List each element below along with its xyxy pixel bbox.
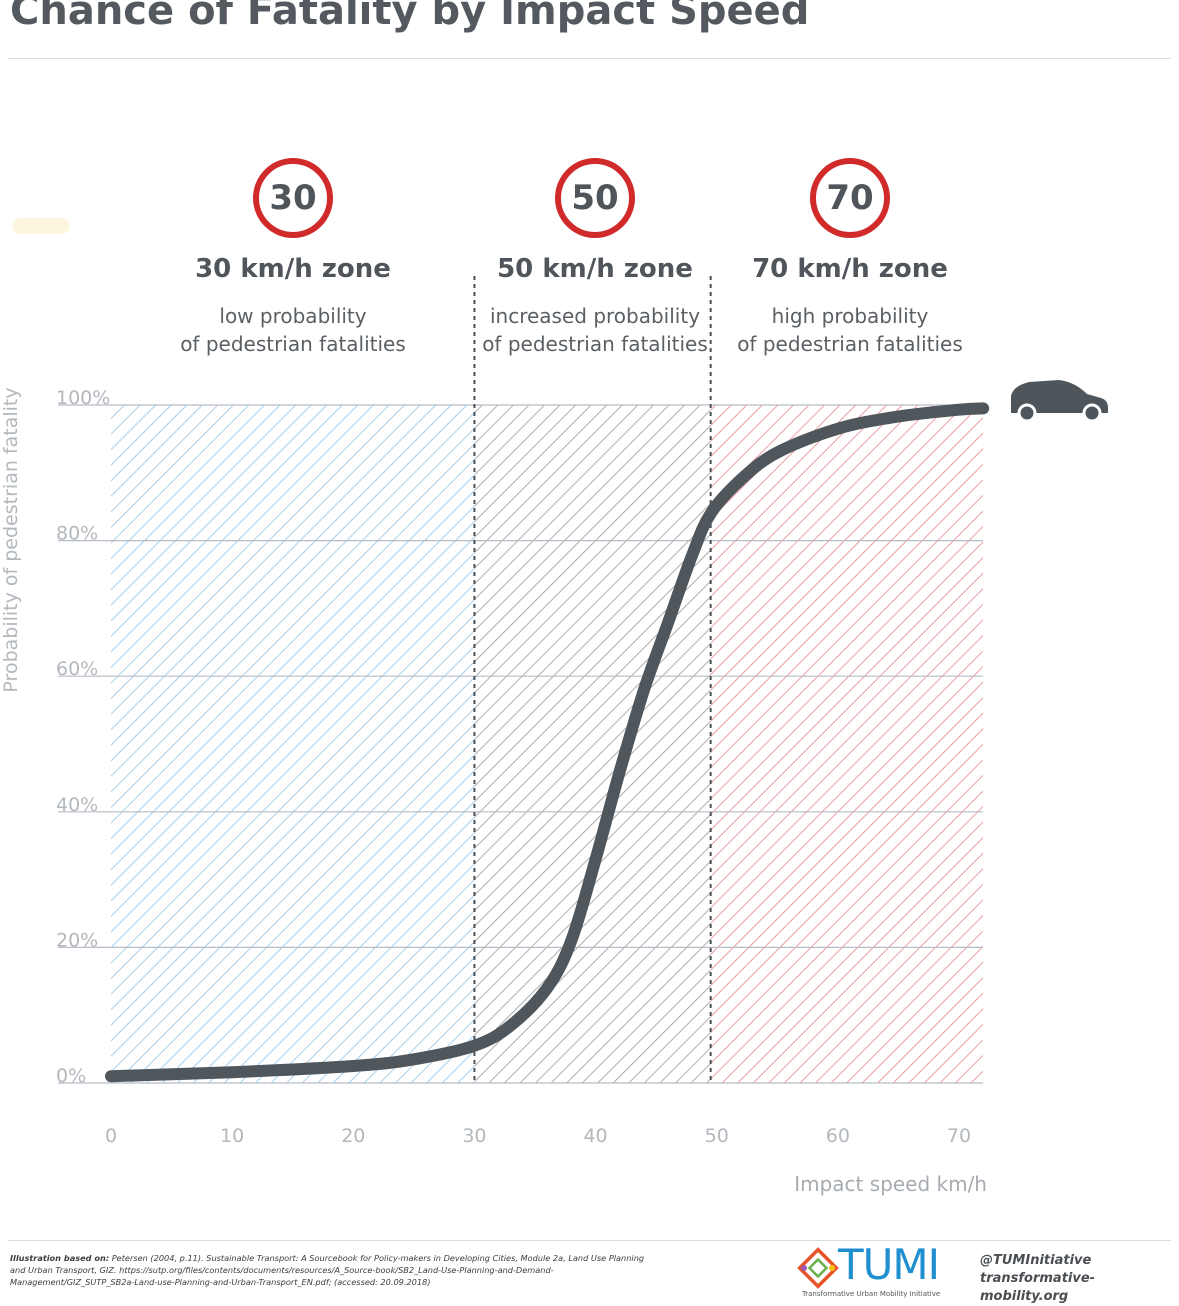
twitter-handle[interactable]: @TUMInitiative	[980, 1252, 1179, 1270]
x-tick-label: 20	[341, 1125, 365, 1147]
x-tick-label: 30	[462, 1125, 486, 1147]
y-tick-label: 20%	[56, 929, 98, 951]
x-axis-label: Impact speed km/h	[794, 1172, 987, 1196]
x-tick-label: 10	[220, 1125, 244, 1147]
fatality-chart: 0% 20% 40% 60% 80% 100% 0 10 20 30 40 50 60 70 Proba…	[0, 276, 1108, 1196]
zone-background	[710, 405, 983, 1083]
y-tick-label: 100%	[56, 387, 110, 409]
source-citation: Illustration based on: Petersen (2004, p…	[10, 1252, 660, 1288]
x-tick-label: 0	[105, 1125, 117, 1147]
y-tick-label: 60%	[56, 658, 98, 680]
x-tick-label: 50	[705, 1125, 729, 1147]
y-axis-label: Probability of pedestrian fatality	[0, 387, 22, 692]
y-tick-label: 80%	[56, 523, 98, 545]
source-label: Illustration based on:	[10, 1253, 110, 1263]
tumi-wordmark: TUMI	[838, 1240, 940, 1289]
x-tick-label: 70	[947, 1125, 971, 1147]
x-tick-label: 60	[826, 1125, 850, 1147]
footer-divider	[8, 1240, 1171, 1241]
tumi-subtitle: Transformative Urban Mobility Initiative	[802, 1290, 941, 1298]
y-axis-ticks: 0% 20% 40% 60% 80% 100%	[56, 387, 110, 1087]
car-icon	[1011, 380, 1108, 423]
x-axis-ticks: 0 10 20 30 40 50 60 70	[105, 1125, 971, 1147]
zone-background	[474, 405, 711, 1083]
x-tick-label: 40	[583, 1125, 607, 1147]
y-tick-label: 0%	[56, 1065, 86, 1087]
y-tick-label: 40%	[56, 794, 98, 816]
website-link[interactable]: transformative-mobility.org	[980, 1270, 1179, 1306]
zone-background	[111, 405, 475, 1083]
